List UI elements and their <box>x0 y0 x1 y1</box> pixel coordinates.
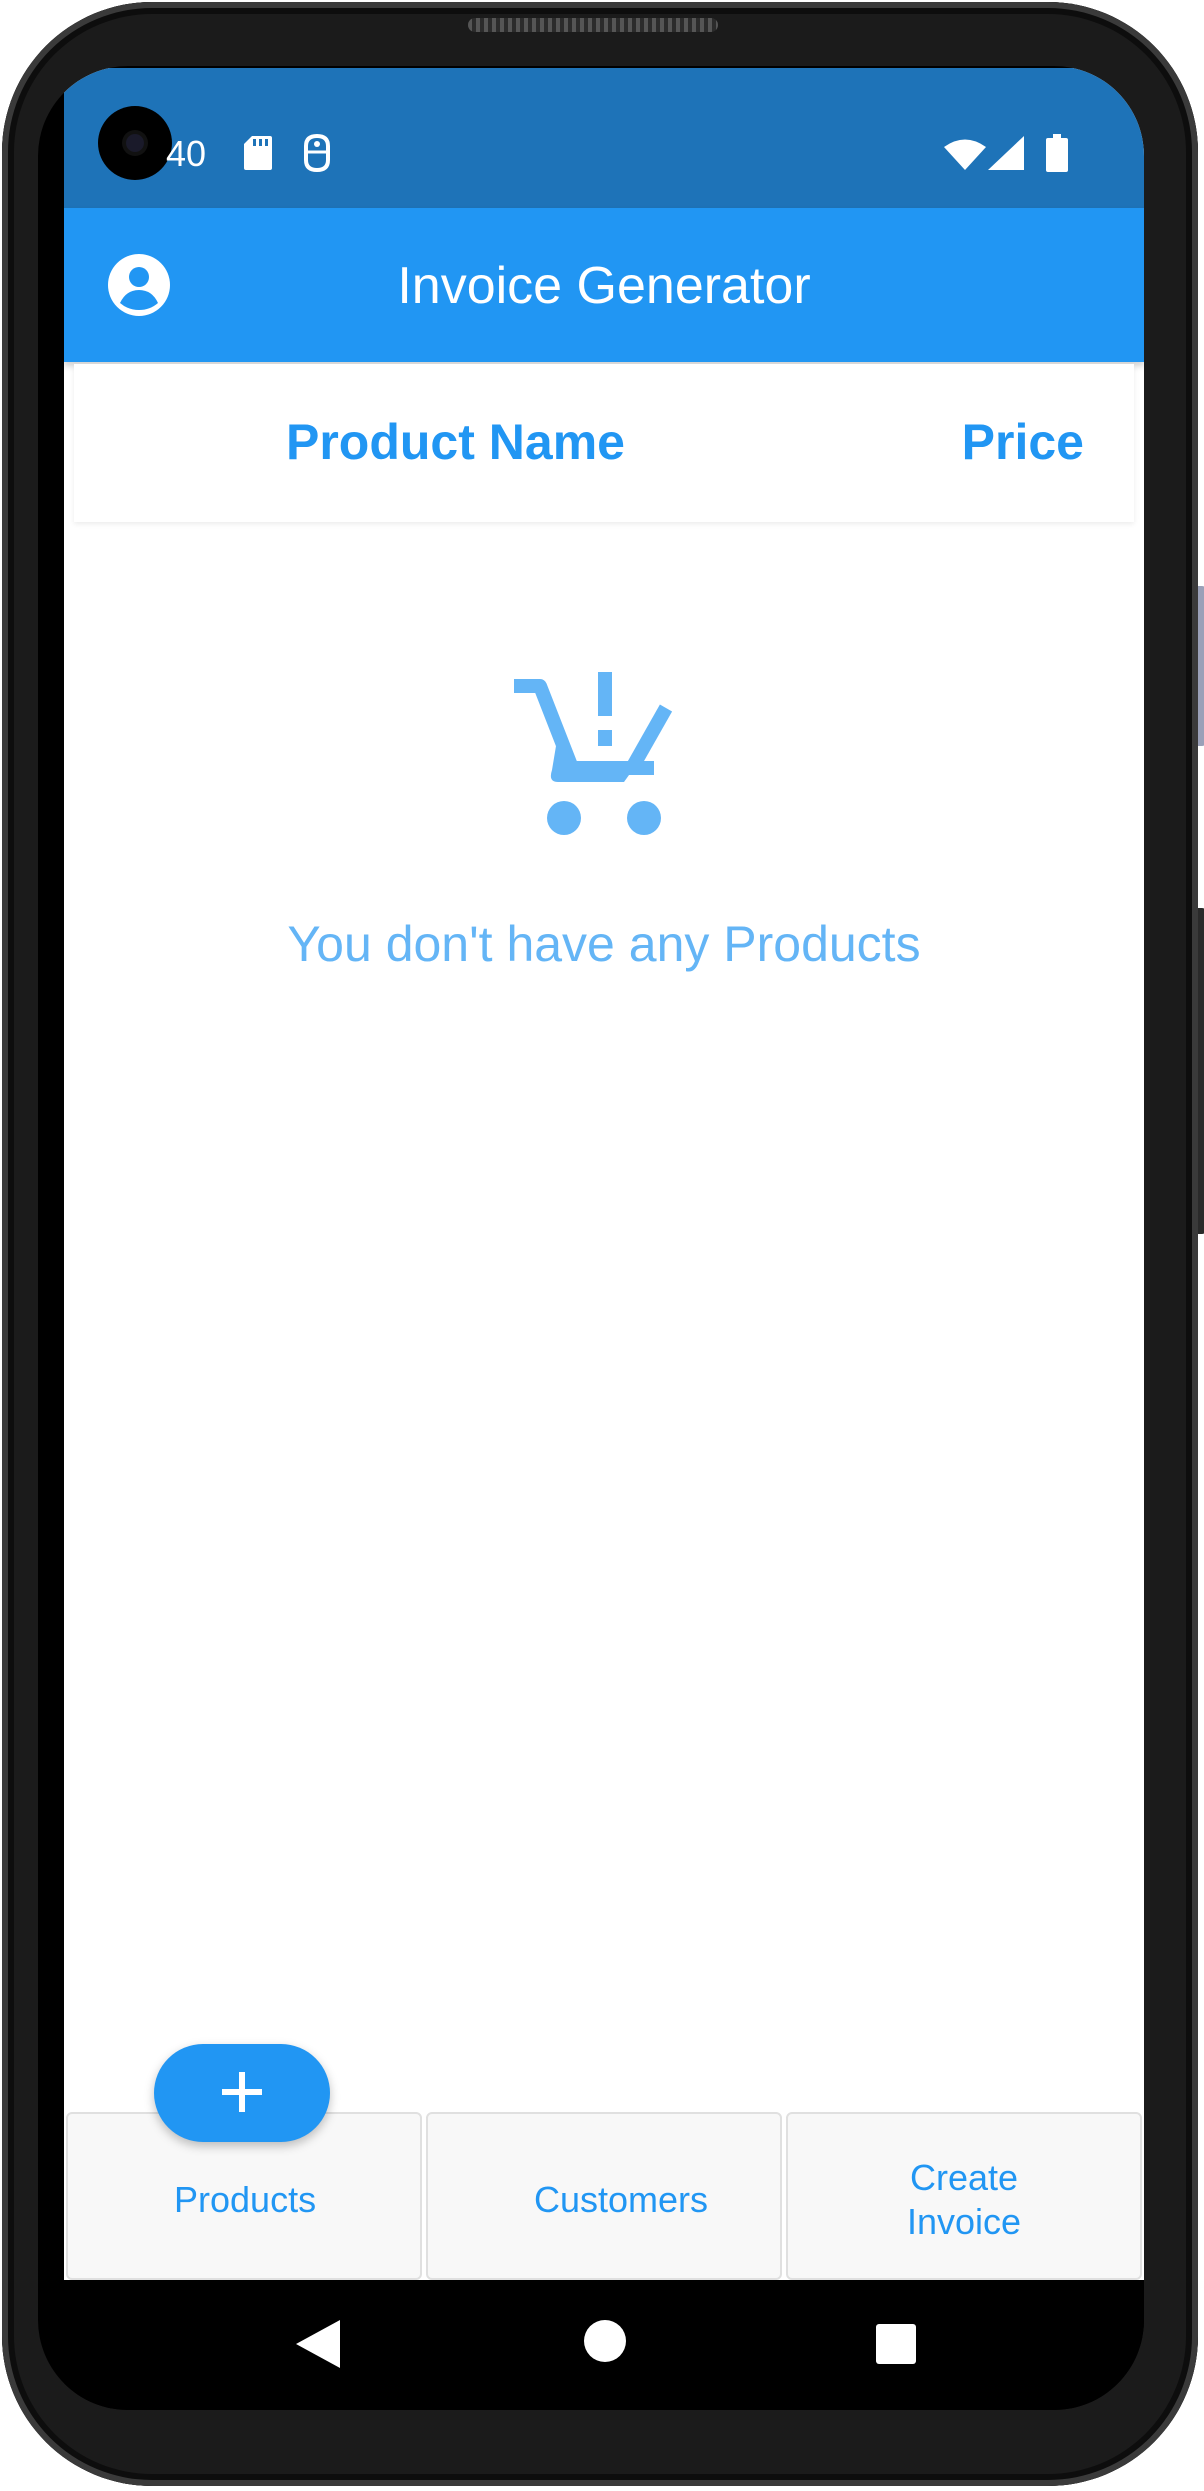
tab-products-label: Products <box>174 2179 317 2220</box>
app-screen: 40 Invoice Generator Product Name Price … <box>64 68 1144 2280</box>
power-button <box>1198 908 1204 1234</box>
tab-customers-label: Customers <box>534 2179 709 2220</box>
empty-state-message: You don't have any Products <box>287 916 921 972</box>
status-time: 40 <box>166 133 207 174</box>
add-product-button[interactable] <box>154 2044 330 2142</box>
back-icon[interactable] <box>296 2320 340 2368</box>
accessibility-icon <box>304 134 330 172</box>
app-bar: Invoice Generator <box>64 208 1144 362</box>
battery-icon <box>1046 134 1068 172</box>
remove-shopping-cart-icon <box>514 672 673 835</box>
tab-create-invoice-label: Create Invoice <box>906 2157 1022 2242</box>
home-icon[interactable] <box>584 2320 626 2362</box>
wifi-icon <box>944 139 986 170</box>
column-header-product-name: Product Name <box>286 414 625 470</box>
speaker-grille <box>468 18 718 32</box>
system-navigation-bar <box>64 2280 1144 2410</box>
volume-button <box>1198 586 1204 746</box>
add-icon <box>222 2072 262 2112</box>
front-camera <box>98 106 172 180</box>
column-header-price: Price <box>961 414 1084 470</box>
status-bar: 40 <box>64 68 1144 208</box>
signal-icon <box>988 136 1024 170</box>
table-header: Product Name Price <box>74 364 1134 522</box>
phone-frame: 40 Invoice Generator Product Name Price … <box>2 2 1204 2486</box>
sd-card-icon <box>244 136 272 170</box>
app-title: Invoice Generator <box>397 257 811 315</box>
recents-icon[interactable] <box>876 2324 916 2364</box>
screen-bezel: 40 Invoice Generator Product Name Price … <box>38 66 1144 2410</box>
tab-create-invoice[interactable]: Create Invoice <box>786 2112 1142 2280</box>
tab-customers[interactable]: Customers <box>426 2112 782 2280</box>
